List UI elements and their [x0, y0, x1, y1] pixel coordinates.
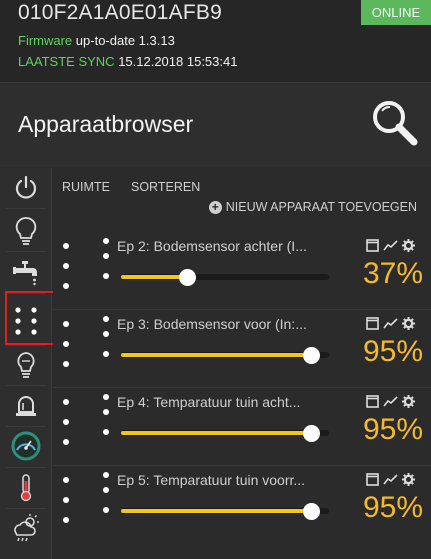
device-name[interactable]: Ep 2: Bodemsensor achter (I...: [117, 238, 335, 254]
slider-fill: [121, 509, 311, 513]
device-name[interactable]: Ep 3: Bodemsensor voor (In:...: [117, 316, 335, 332]
search-button[interactable]: [370, 98, 420, 148]
window-icon[interactable]: [366, 473, 379, 486]
level-value: 95%: [362, 335, 423, 368]
gear-icon[interactable]: [402, 239, 415, 252]
slider-fill: [121, 275, 187, 279]
lightbulb-icon: [15, 217, 37, 245]
gear-icon[interactable]: [402, 317, 415, 330]
sidebar-item-meter[interactable]: [0, 426, 52, 466]
status-badge: ONLINE: [361, 0, 431, 25]
window-icon[interactable]: [366, 317, 379, 330]
sidebar-item-power[interactable]: [0, 168, 52, 208]
row-divider: [53, 465, 431, 466]
room-filter-link[interactable]: RUIMTE: [62, 180, 110, 194]
slider-handle[interactable]: [303, 425, 320, 442]
level-value: 37%: [362, 257, 423, 290]
add-device-label: NIEUW APPARAAT TOEVOEGEN: [225, 200, 417, 214]
sidebar-item-weather[interactable]: [0, 508, 52, 548]
level-value: 95%: [362, 491, 423, 524]
chart-icon[interactable]: [383, 395, 398, 408]
power-icon: [15, 175, 37, 199]
sync-label: LAATSTE SYNC: [18, 54, 115, 69]
device-row[interactable]: Ep 4: Temparatuur tuin acht... 95%: [53, 394, 431, 472]
window-icon[interactable]: [366, 239, 379, 252]
level-slider[interactable]: [121, 425, 329, 442]
add-device-button[interactable]: + NIEUW APPARAAT TOEVOEGEN: [208, 200, 417, 214]
sidebar-item-lights[interactable]: [0, 211, 52, 251]
plus-circle-icon: +: [208, 200, 222, 214]
level-slider[interactable]: [121, 269, 329, 286]
dots-grid-icon: [61, 472, 111, 532]
dimmer-bulb-icon: [17, 352, 35, 378]
sidebar-item-water[interactable]: [0, 252, 52, 292]
weather-icon: [14, 514, 39, 542]
sidebar-item-alarm[interactable]: [0, 386, 52, 426]
device-id: 010F2A1A0E01AFB9: [18, 1, 223, 24]
level-value: 95%: [362, 413, 423, 446]
device-actions: [366, 395, 415, 408]
thermometer-icon: [20, 474, 32, 502]
window-icon[interactable]: [366, 395, 379, 408]
device-name[interactable]: Ep 5: Temparatuur tuin voorr...: [117, 472, 335, 488]
sidebar-item-temperature[interactable]: [0, 467, 52, 507]
device-row[interactable]: Ep 5: Temparatuur tuin voorr... 95%: [53, 472, 431, 550]
device-actions: [366, 473, 415, 486]
sort-link[interactable]: SORTEREN: [131, 180, 200, 194]
firmware-row: Firmware up-to-date 1.3.13: [18, 33, 175, 48]
slider-handle[interactable]: [303, 347, 320, 364]
slider-handle[interactable]: [303, 503, 320, 520]
faucet-icon: [13, 261, 37, 286]
slider-handle[interactable]: [179, 269, 196, 286]
page-title: Apparaatbrowser: [18, 111, 194, 137]
sidebar-item-dimmer[interactable]: [0, 345, 52, 385]
category-sidebar: [0, 168, 52, 559]
row-divider: [53, 387, 431, 388]
device-actions: [366, 317, 415, 330]
slider-fill: [121, 431, 311, 435]
device-actions: [366, 239, 415, 252]
level-slider[interactable]: [121, 503, 329, 520]
firmware-label: Firmware: [18, 33, 73, 48]
dots-grid-icon: [61, 394, 111, 454]
row-divider: [53, 309, 431, 310]
chart-icon[interactable]: [383, 473, 398, 486]
sidebar-divider: [6, 208, 46, 209]
dots-grid-icon: [61, 238, 111, 298]
firmware-value: up-to-date 1.3.13: [75, 33, 175, 48]
device-name[interactable]: Ep 4: Temparatuur tuin acht...: [117, 394, 335, 410]
chart-icon[interactable]: [383, 239, 398, 252]
alarm-light-icon: [16, 396, 36, 416]
gear-icon[interactable]: [402, 473, 415, 486]
dots-grid-icon: [61, 316, 111, 376]
sync-row: LAATSTE SYNC 15.12.2018 15:53:41: [18, 54, 237, 69]
chart-icon[interactable]: [383, 317, 398, 330]
sync-value: 15.12.2018 15:53:41: [118, 54, 238, 69]
sidebar-selection-highlight: [5, 291, 58, 345]
title-bar: Apparaatbrowser: [0, 83, 431, 167]
device-header: 010F2A1A0E01AFB9 ONLINE Firmware up-to-d…: [0, 0, 431, 82]
slider-fill: [121, 353, 311, 357]
device-list-panel: RUIMTE SORTEREN + NIEUW APPARAAT TOEVOEG…: [53, 168, 431, 559]
level-slider[interactable]: [121, 347, 329, 364]
device-row[interactable]: Ep 2: Bodemsensor achter (I... 37%: [53, 238, 431, 316]
device-row[interactable]: Ep 3: Bodemsensor voor (In:... 95%: [53, 316, 431, 394]
gear-icon[interactable]: [402, 395, 415, 408]
gauge-icon: [11, 431, 41, 461]
search-icon: [373, 101, 418, 146]
